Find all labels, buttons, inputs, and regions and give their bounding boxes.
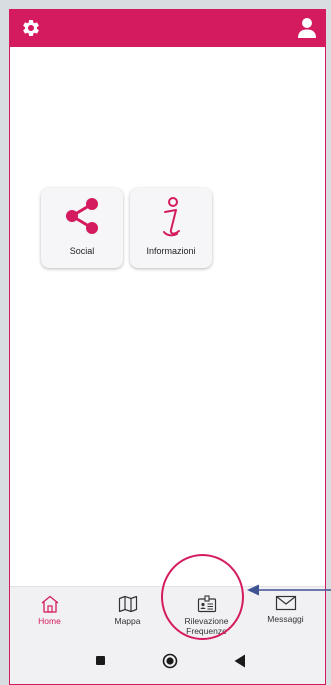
home-circle-icon[interactable] [162, 653, 178, 669]
nav-label-home: Home [38, 616, 61, 626]
nav-item-rilevazione-frequenze[interactable]: Rilevazione Frequenze [167, 587, 246, 639]
gear-icon[interactable] [21, 18, 41, 38]
nav-item-home[interactable]: Home [10, 587, 89, 639]
nav-item-messaggi[interactable]: Messaggi [246, 587, 325, 639]
mail-icon [275, 595, 296, 611]
recents-icon[interactable] [96, 656, 105, 665]
bottom-navigation: Home Mappa Rilevazione Frequenze Messagg… [10, 586, 325, 639]
informazioni-tile[interactable]: Informazioni [130, 188, 212, 268]
info-icon [163, 197, 180, 237]
nav-label-messaggi: Messaggi [267, 614, 304, 624]
back-icon[interactable] [234, 654, 246, 668]
share-icon [66, 198, 98, 234]
user-icon[interactable] [297, 17, 317, 39]
nav-label-rilevazione: Rilevazione [184, 616, 229, 626]
app-screen: Social Informazioni Home Mappa Rilevazio… [9, 9, 326, 685]
social-tile[interactable]: Social [41, 188, 123, 268]
nav-item-mappa[interactable]: Mappa [88, 587, 167, 639]
top-app-bar [10, 10, 325, 47]
map-icon [118, 595, 137, 613]
system-navigation-bar [10, 638, 325, 684]
badge-icon [197, 595, 216, 613]
nav-label-frequenze: Frequenze [186, 626, 227, 636]
home-icon [41, 595, 58, 613]
informazioni-tile-label: Informazioni [146, 246, 196, 256]
social-tile-label: Social [69, 246, 95, 256]
nav-label-mappa: Mappa [114, 616, 141, 626]
